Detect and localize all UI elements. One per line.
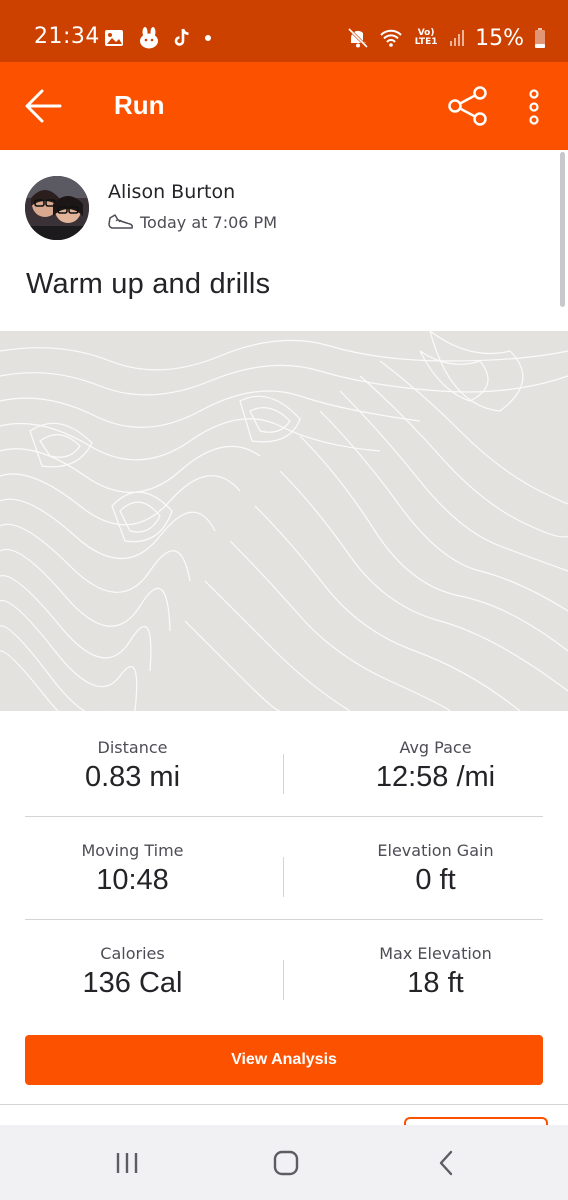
bunny-icon [140,27,158,49]
stat-label: Elevation Gain [377,841,494,860]
stat-value: 136 Cal [82,967,183,999]
page-title: Run [114,90,165,120]
stat-label: Moving Time [81,841,184,860]
athlete-name[interactable]: Alison Burton [108,181,235,203]
more-options-button[interactable] [520,86,548,130]
status-system-icons: Vo) LTE1 15% [347,24,546,52]
dot-icon [205,35,211,41]
stat-divider [283,960,284,1000]
share-icon [448,86,487,126]
avatar-photo-icon [25,176,89,240]
system-nav-bar [0,1125,568,1200]
stat-value: 0.83 mi [84,761,181,793]
app-bar: Run [0,62,568,150]
stat-avg-pace: Avg Pace 12:58 /mi [306,714,565,816]
stat-divider [283,857,284,897]
stat-moving-time: Moving Time 10:48 [0,817,265,919]
stats-row: Calories 136 Cal Max Elevation 18 ft [25,919,543,1022]
more-vertical-icon [529,89,539,125]
activity-header: Alison Burton Today at 7:06 PM Warm up a… [0,150,568,330]
avatar[interactable] [25,176,89,240]
section-divider [0,1104,568,1105]
stat-value: 0 ft [415,864,456,896]
stat-label: Distance [97,738,168,757]
stat-value: 12:58 /mi [375,761,496,793]
shoe-icon [108,214,133,229]
stat-calories: Calories 136 Cal [0,920,265,1022]
home-icon [273,1150,299,1176]
activity-meta: Today at 7:06 PM [108,212,277,232]
stat-elevation-gain: Elevation Gain 0 ft [306,817,565,919]
back-button[interactable] [22,86,66,126]
tiktok-icon [174,28,189,46]
recents-icon [116,1153,138,1173]
stat-divider [283,754,284,794]
recents-button[interactable] [107,1145,147,1181]
view-analysis-button[interactable]: View Analysis [25,1035,543,1085]
battery-percent: 15% [475,25,524,51]
status-notification-icons [104,25,212,51]
status-bar: 21:34 Vo) LTE1 15% [0,0,568,62]
activity-title: Warm up and drills [26,268,271,300]
stat-label: Max Elevation [379,944,492,963]
home-button[interactable] [266,1145,306,1181]
stat-label: Avg Pace [399,738,472,757]
activity-map[interactable] [0,331,568,711]
wifi-icon [380,29,402,47]
gallery-icon [105,30,123,46]
lte-icon: Vo) LTE1 [414,28,438,47]
status-time: 21:34 [34,24,100,49]
share-button[interactable] [446,84,490,128]
back-icon [439,1150,453,1176]
arrow-left-icon [25,89,62,123]
stats-row: Moving Time 10:48 Elevation Gain 0 ft [25,816,543,919]
mute-icon [348,27,369,49]
activity-timestamp: Today at 7:06 PM [140,212,277,232]
battery-icon [535,28,545,48]
stat-value: 18 ft [407,967,464,999]
topographic-map-background [0,331,568,711]
system-back-button[interactable] [426,1145,466,1181]
stats-row: Distance 0.83 mi Avg Pace 12:58 /mi [25,714,543,816]
stat-label: Calories [100,944,165,963]
signal-icon [450,30,465,46]
stat-distance: Distance 0.83 mi [0,714,265,816]
stats-grid: Distance 0.83 mi Avg Pace 12:58 /mi Movi… [25,714,543,1022]
stat-max-elevation: Max Elevation 18 ft [306,920,565,1022]
stat-value: 10:48 [96,864,169,896]
